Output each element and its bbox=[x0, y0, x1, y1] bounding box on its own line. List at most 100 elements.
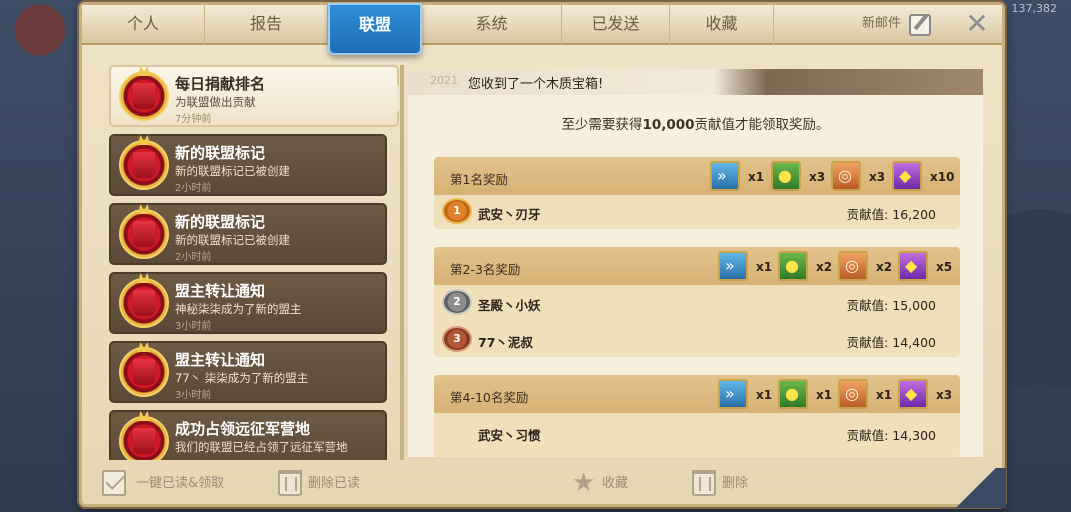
reward-count: x3 bbox=[809, 170, 826, 184]
reward-count: x2 bbox=[816, 260, 833, 274]
mail-time: 3小时前 bbox=[175, 321, 212, 332]
tier-header: 第2-3名奖励 » x1 ● x2 ◎ x2 ◆ x5 bbox=[434, 247, 960, 285]
favorite-button[interactable]: 收藏 bbox=[602, 471, 628, 497]
gem-icon[interactable]: ◆ bbox=[898, 251, 928, 281]
food-icon[interactable]: ● bbox=[778, 379, 808, 409]
alliance-banner-icon bbox=[119, 140, 169, 190]
mail-time: 3小时前 bbox=[175, 390, 212, 401]
silver-medal-icon: 2 bbox=[442, 289, 472, 315]
rank-row: 1 武安丶刃牙 贡献值: 16,200 bbox=[434, 196, 960, 228]
mail-header-banner: 2021 您收到了一个木质宝箱! bbox=[408, 69, 983, 95]
mail-title: 新的联盟标记 bbox=[175, 144, 266, 162]
mail-tab-bar: 个人 报告 系统 已发送 收藏 新邮件 ✕ bbox=[82, 5, 1002, 45]
list-item[interactable]: 盟主转让通知 神秘柒柒成为了新的盟主 3小时前 bbox=[109, 272, 387, 334]
list-divider bbox=[400, 65, 404, 460]
tab-personal[interactable]: 个人 bbox=[82, 5, 205, 45]
requirement-prefix: 至少需要获得 bbox=[561, 117, 643, 133]
speedup-icon[interactable]: » bbox=[718, 379, 748, 409]
list-item[interactable]: 新的联盟标记 新的联盟标记已被创建 2小时前 bbox=[109, 134, 387, 196]
wood-icon[interactable]: ◎ bbox=[838, 379, 868, 409]
alliance-banner-icon bbox=[119, 209, 169, 259]
rank-player-name[interactable]: 77丶泥叔 bbox=[478, 332, 533, 351]
tier-name: 第4-10名奖励 bbox=[450, 390, 529, 405]
mail-title: 盟主转让通知 bbox=[175, 282, 266, 300]
rank-score: 贡献值: 16,200 bbox=[846, 207, 936, 222]
wood-icon[interactable]: ◎ bbox=[838, 251, 868, 281]
reward-count: x3 bbox=[936, 388, 953, 402]
wood-icon[interactable]: ◎ bbox=[831, 161, 861, 191]
mail-title: 每日捐献排名 bbox=[175, 75, 266, 93]
mail-panel: 个人 报告 系统 已发送 收藏 新邮件 ✕ 联盟 每日捐献排名 为联盟做出贡献 … bbox=[79, 2, 1006, 508]
delete-read-button[interactable]: 删除已读 bbox=[308, 471, 360, 497]
reward-count: x1 bbox=[876, 388, 893, 402]
tab-alliance[interactable]: 联盟 bbox=[328, 3, 422, 55]
mail-time: 2小时前 bbox=[175, 183, 212, 194]
mail-description: 新的联盟标记已被创建 bbox=[175, 233, 290, 247]
tier-name: 第2-3名奖励 bbox=[450, 262, 521, 277]
tab-favorites[interactable]: 收藏 bbox=[670, 5, 774, 45]
rank-score: 贡献值: 15,000 bbox=[846, 298, 936, 313]
reward-count: x2 bbox=[876, 260, 893, 274]
rank-score: 贡献值: 14,400 bbox=[846, 335, 936, 350]
mail-description: 为联盟做出贡献 bbox=[175, 95, 256, 109]
reward-count: x3 bbox=[869, 170, 886, 184]
gold-medal-icon: 1 bbox=[442, 198, 472, 224]
mail-description: 77丶 柒柒成为了新的盟主 bbox=[175, 371, 309, 385]
speedup-icon[interactable]: » bbox=[718, 251, 748, 281]
new-mail-label[interactable]: 新邮件 bbox=[862, 5, 901, 45]
requirement-amount: 10,000 bbox=[642, 117, 695, 133]
mail-description: 新的联盟标记已被创建 bbox=[175, 164, 290, 178]
delete-button[interactable]: 删除 bbox=[722, 471, 748, 497]
mail-detail[interactable]: 2021 您收到了一个木质宝箱! 至少需要获得10,000贡献值才能领取奖励。 … bbox=[408, 69, 983, 457]
alliance-banner-icon bbox=[119, 416, 169, 460]
mail-list[interactable]: 每日捐献排名 为联盟做出贡献 7分钟前 新的联盟标记 新的联盟标记已被创建 2小… bbox=[109, 65, 399, 460]
reward-tier-2: 第2-3名奖励 » x1 ● x2 ◎ x2 ◆ x5 2 圣殿丶小妖 贡献值:… bbox=[434, 247, 960, 357]
tab-sent[interactable]: 已发送 bbox=[562, 5, 670, 45]
star-icon[interactable]: ★ bbox=[572, 470, 596, 496]
requirement-text: 至少需要获得10,000贡献值才能领取奖励。 bbox=[408, 113, 983, 133]
gem-icon[interactable]: ◆ bbox=[892, 161, 922, 191]
mail-time: 7分钟前 bbox=[175, 114, 212, 125]
gem-icon[interactable]: ◆ bbox=[898, 379, 928, 409]
reward-count: x5 bbox=[936, 260, 953, 274]
food-icon[interactable]: ● bbox=[778, 251, 808, 281]
alliance-banner-icon bbox=[119, 278, 169, 328]
rank-row: 3 77丶泥叔 贡献值: 14,400 bbox=[434, 324, 960, 356]
rank-player-name[interactable]: 武安丶刃牙 bbox=[478, 204, 541, 223]
tab-system[interactable]: 系统 bbox=[422, 5, 562, 45]
reward-tier-3: 第4-10名奖励 » x1 ● x1 ◎ x1 ◆ x3 武安丶习惯 贡献值: … bbox=[434, 375, 960, 457]
mail-title: 新的联盟标记 bbox=[175, 213, 266, 231]
rank-player-name[interactable]: 圣殿丶小妖 bbox=[478, 295, 541, 314]
reward-count: x10 bbox=[930, 170, 955, 184]
bottom-action-bar: 一键已读&领取 删除已读 ★ 收藏 删除 bbox=[82, 463, 1002, 505]
map-coordinates: 137,382 bbox=[1011, 2, 1058, 15]
tab-reports[interactable]: 报告 bbox=[205, 5, 328, 45]
read-all-claim-button[interactable]: 一键已读&领取 bbox=[136, 471, 224, 497]
alliance-banner-icon bbox=[119, 71, 169, 121]
speedup-icon[interactable]: » bbox=[710, 161, 740, 191]
mail-title: 盟主转让通知 bbox=[175, 351, 266, 369]
tier-header: 第4-10名奖励 » x1 ● x1 ◎ x1 ◆ x3 bbox=[434, 375, 960, 413]
mail-time: 2小时前 bbox=[175, 252, 212, 263]
reward-count: x1 bbox=[748, 170, 765, 184]
mail-subject: 您收到了一个木质宝箱! bbox=[468, 77, 604, 92]
trash-icon[interactable] bbox=[278, 470, 302, 496]
reward-tier-1: 第1名奖励 » x1 ● x3 ◎ x3 ◆ x10 1 武安丶刃牙 贡献值: … bbox=[434, 157, 960, 229]
mail-description: 我们的联盟已经占领了远征军营地 bbox=[175, 440, 348, 454]
rank-row: 2 圣殿丶小妖 贡献值: 15,000 bbox=[434, 287, 960, 319]
close-button[interactable]: ✕ bbox=[962, 9, 992, 39]
rank-row: 武安丶习惯 贡献值: 14,300 bbox=[434, 417, 960, 449]
list-item[interactable]: 新的联盟标记 新的联盟标记已被创建 2小时前 bbox=[109, 203, 387, 265]
trash-icon[interactable] bbox=[692, 470, 716, 496]
tier-name: 第1名奖励 bbox=[450, 172, 508, 187]
alliance-banner-icon bbox=[119, 347, 169, 397]
reward-count: x1 bbox=[816, 388, 833, 402]
compose-pen-icon[interactable] bbox=[909, 14, 931, 36]
mail-item-daily-donation[interactable]: 每日捐献排名 为联盟做出贡献 7分钟前 bbox=[109, 65, 399, 127]
rank-player-name[interactable]: 武安丶习惯 bbox=[478, 425, 541, 444]
food-icon[interactable]: ● bbox=[771, 161, 801, 191]
list-item[interactable]: 盟主转让通知 77丶 柒柒成为了新的盟主 3小时前 bbox=[109, 341, 387, 403]
list-item[interactable]: 成功占领远征军营地 我们的联盟已经占领了远征军营地 bbox=[109, 410, 387, 460]
read-all-icon[interactable] bbox=[102, 470, 126, 496]
mail-description: 神秘柒柒成为了新的盟主 bbox=[175, 302, 302, 316]
